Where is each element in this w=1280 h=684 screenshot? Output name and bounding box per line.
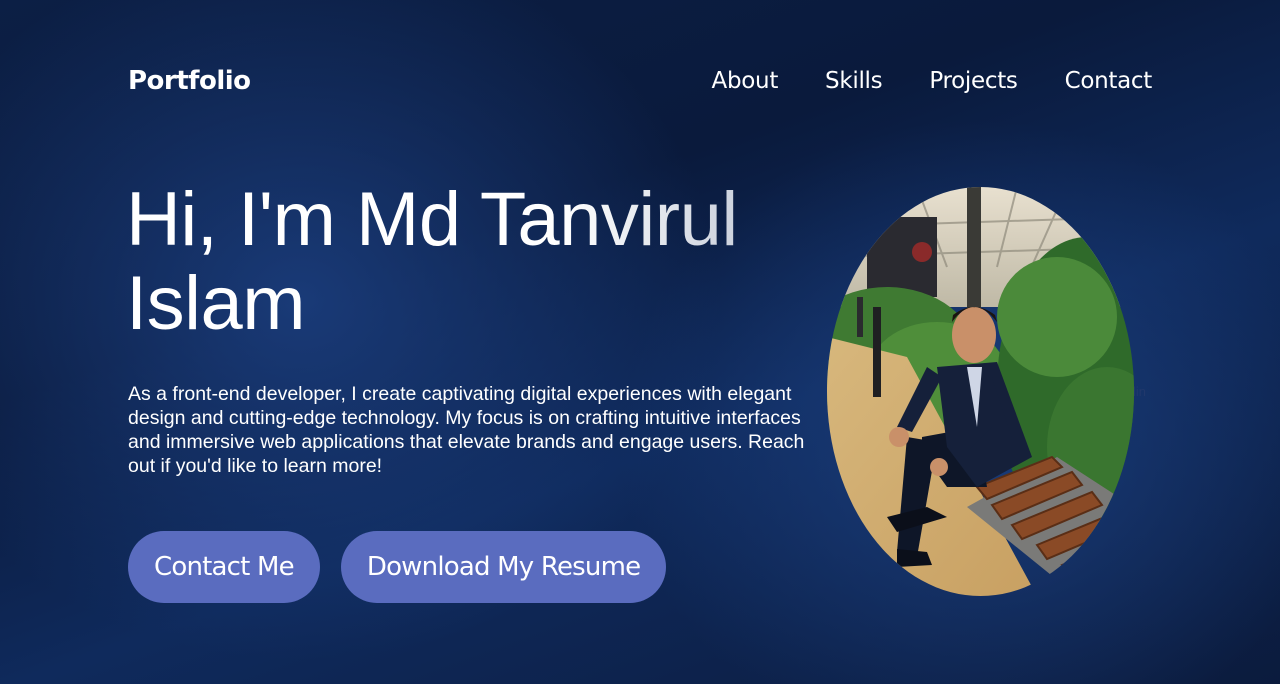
hero-title: Hi, I'm Md Tanvirul Islam <box>126 178 766 346</box>
nav-link-projects[interactable]: Projects <box>929 68 1018 94</box>
hero-buttons: Contact Me Download My Resume <box>128 531 667 603</box>
nav-link-skills[interactable]: Skills <box>825 68 883 94</box>
contact-me-button[interactable]: Contact Me <box>128 531 320 603</box>
nav-links: About Skills Projects Contact <box>712 68 1153 94</box>
download-resume-button[interactable]: Download My Resume <box>340 531 667 603</box>
ghost-text: lin <box>1133 384 1147 399</box>
brand-logo[interactable]: Portfolio <box>128 66 251 96</box>
nav-link-contact[interactable]: Contact <box>1065 68 1153 94</box>
hero-description: As a front-end developer, I create capti… <box>128 383 805 477</box>
profile-photo <box>827 187 1134 596</box>
navbar: Portfolio About Skills Projects Contact <box>128 58 1152 104</box>
nav-link-about[interactable]: About <box>712 68 779 94</box>
profile-photo-image <box>827 187 1134 596</box>
